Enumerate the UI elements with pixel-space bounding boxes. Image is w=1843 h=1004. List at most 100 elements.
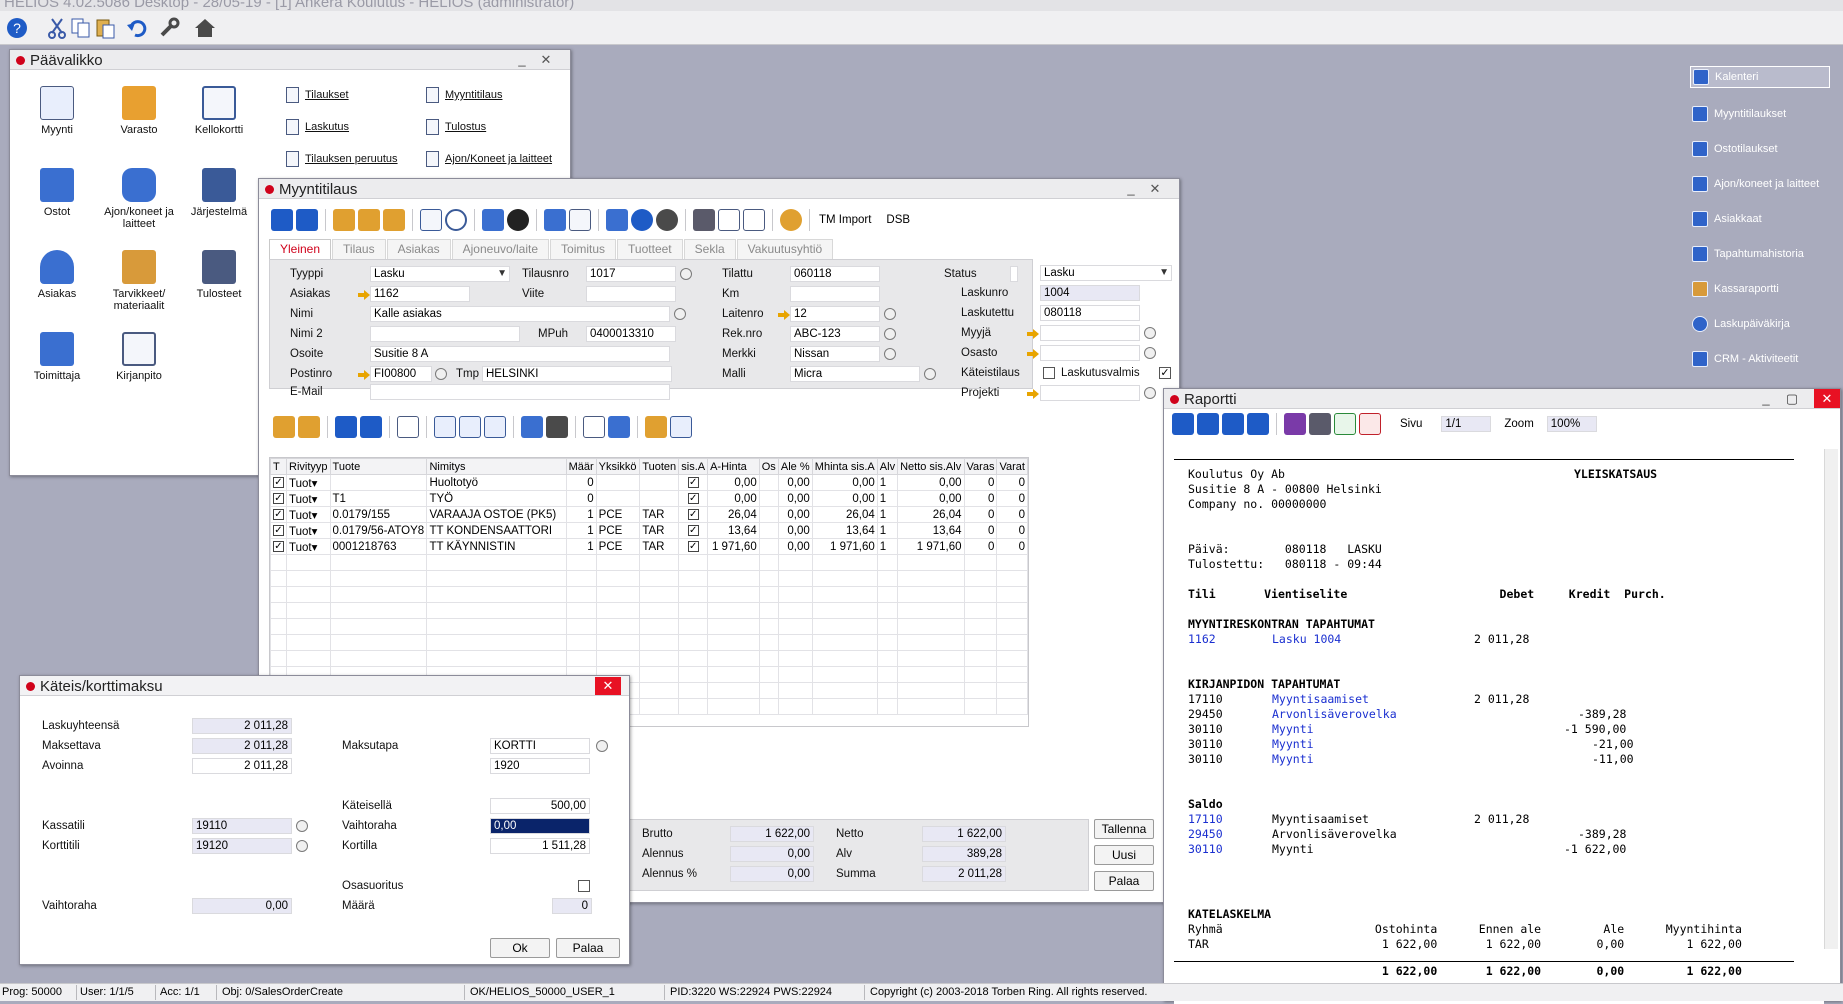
menu-item-asiakas[interactable]: Asiakas (22, 250, 92, 300)
cell-net[interactable]: 13,64 (897, 522, 965, 539)
table-row[interactable]: ✓ Tuot▾ 0.0179/56-ATOY8 TT KONDENSAATTOR… (270, 522, 1028, 539)
cell-os[interactable] (758, 538, 779, 555)
undo-icon[interactable] (124, 15, 150, 41)
cell-a-price[interactable]: 26,04 (707, 506, 760, 523)
cell-varat[interactable]: 0 (996, 474, 1028, 491)
cell-alv[interactable]: 1 (876, 538, 899, 555)
cell-mprice[interactable]: 1 971,60 (811, 538, 878, 555)
table-row[interactable]: ✓ Tuot▾ T1 TYÖ 0 ✓ 0,00 0,00 0,00 1 0,00… (270, 490, 1028, 507)
lookup-icon[interactable] (884, 348, 896, 360)
cell-os[interactable] (758, 490, 779, 507)
excel-export-icon[interactable] (1334, 413, 1356, 435)
main-menu-titlebar[interactable]: Päävalikko _ ✕ (10, 50, 570, 70)
table-row[interactable]: ✓ Tuot▾ 0.0179/155 VARAAJA OSTOE (PK5) 1… (270, 506, 1028, 523)
tire-icon[interactable] (507, 209, 529, 231)
cell-os[interactable] (758, 474, 779, 491)
goto-arrow-icon[interactable] (1027, 349, 1039, 359)
sidebar-item-asiakkaat[interactable]: Asiakkaat (1690, 208, 1830, 230)
menu-item-toimittaja[interactable]: Toimittaja (22, 332, 92, 382)
ok-button[interactable]: Ok (490, 938, 550, 958)
cell-net[interactable]: 0,00 (897, 474, 965, 491)
col-nimitys[interactable]: Nimitys (426, 458, 567, 475)
columns-icon[interactable] (544, 209, 566, 231)
delete-folder-icon[interactable] (333, 209, 355, 231)
kortilla-field[interactable]: 1 511,28 (490, 838, 590, 854)
laskutettu-field[interactable]: 080118 (1040, 305, 1140, 321)
tab-asiakas[interactable]: Asiakas (386, 239, 451, 259)
reknro-field[interactable]: ABC-123 (790, 326, 880, 342)
tree-icon[interactable] (521, 416, 543, 438)
cell-varat[interactable]: 0 (996, 506, 1028, 523)
dsb-button[interactable]: DSB (886, 214, 910, 226)
sidebar-item-ostotilaukset[interactable]: Ostotilaukset (1690, 138, 1830, 160)
menu-item-ostot[interactable]: Ostot (22, 168, 92, 218)
cell-varat[interactable]: 0 (996, 522, 1028, 539)
cell-type[interactable]: Tuot▾ (286, 474, 331, 491)
col-sis-alv[interactable]: sis.A (678, 458, 709, 475)
lookup-icon[interactable] (296, 840, 308, 852)
cell-alv[interactable]: 1 (876, 506, 899, 523)
projekti-field[interactable] (1040, 385, 1140, 401)
cell-product[interactable]: 0.0179/155 (329, 506, 428, 523)
mail-send-icon[interactable] (743, 209, 765, 231)
cell-type[interactable]: Tuot▾ (286, 538, 331, 555)
col-tuoteryhma[interactable]: Tuoten (639, 458, 680, 475)
table-icon[interactable] (434, 416, 456, 438)
cell-mprice[interactable]: 0,00 (811, 490, 878, 507)
forward-arrow-icon[interactable] (296, 209, 318, 231)
cell-varas[interactable]: 0 (963, 490, 998, 507)
osasto-field[interactable] (1040, 345, 1140, 361)
lookup-icon[interactable] (435, 368, 447, 380)
sales-order-titlebar[interactable]: Myyntitilaus _ ✕ (259, 179, 1179, 199)
tilattu-field[interactable]: 060118 (790, 266, 880, 282)
cell-name[interactable]: VARAAJA OSTOE (PK5) (426, 506, 567, 523)
help-icon[interactable]: ? (4, 15, 30, 41)
new-folder-icon[interactable] (358, 209, 380, 231)
tab-sekla[interactable]: Sekla (683, 239, 736, 259)
cell-name[interactable]: TYÖ (426, 490, 567, 507)
row-checkbox[interactable]: ✓ (273, 508, 284, 520)
mpuh-field[interactable]: 0400013310 (586, 326, 676, 342)
cell-unit[interactable] (595, 474, 641, 491)
col-os[interactable]: Os (758, 458, 779, 475)
cart-icon[interactable] (608, 416, 630, 438)
save-icon[interactable] (1284, 413, 1306, 435)
report-s2-desc[interactable]: Myyntisaamiset (1272, 692, 1369, 706)
tab-tilaus[interactable]: Tilaus (332, 239, 386, 259)
insert-row-icon[interactable] (397, 416, 419, 438)
report-s3-account[interactable]: 29450 (1188, 827, 1223, 841)
goto-arrow-icon[interactable] (358, 290, 370, 300)
menu-item-varasto[interactable]: Varasto (104, 86, 174, 136)
lookup-icon[interactable] (680, 268, 692, 280)
col-yksikko[interactable]: Yksikkö (595, 458, 641, 475)
close-button[interactable]: ✕ (538, 52, 554, 68)
sidebar-item-tapahtumahistoria[interactable]: Tapahtumahistoria (1690, 243, 1830, 265)
cell-alv[interactable]: 1 (876, 522, 899, 539)
lookup-icon[interactable] (596, 740, 608, 752)
cell-mprice[interactable]: 0,00 (811, 474, 878, 491)
sidebar-item-laskupaivakirja[interactable]: Laskupäiväkirja (1690, 313, 1830, 335)
laitenro-field[interactable]: 12 (790, 306, 880, 322)
cell-qty[interactable]: 1 (565, 538, 597, 555)
kateisella-field[interactable]: 500,00 (490, 798, 590, 814)
comment-icon[interactable] (569, 209, 591, 231)
link-myyntitilaus[interactable]: Myyntitilaus (426, 87, 502, 103)
goto-arrow-icon[interactable] (1027, 389, 1039, 399)
report-s1-account[interactable]: 1162 (1188, 632, 1216, 646)
report-s3-account[interactable]: 17110 (1188, 812, 1223, 826)
col-tuote[interactable]: Tuote (329, 458, 428, 475)
cell-type[interactable]: Tuot▾ (286, 522, 331, 539)
menu-item-kirjanpito[interactable]: Kirjanpito (104, 332, 174, 382)
kassatili-field[interactable]: 19110 (192, 818, 292, 834)
malli-field[interactable]: Micra (790, 366, 920, 382)
kateistilaus-checkbox[interactable] (1043, 367, 1055, 379)
tm-import-button[interactable]: TM Import (819, 214, 871, 226)
lookup-icon[interactable] (884, 308, 896, 320)
status-select[interactable]: Lasku ▼ (1040, 265, 1172, 281)
lookup-icon[interactable] (1144, 387, 1156, 399)
close-button[interactable]: ✕ (595, 677, 621, 695)
cell-name[interactable]: TT KONDENSAATTORI (426, 522, 567, 539)
report-s2-desc[interactable]: Arvonlisäverovelka (1272, 707, 1397, 721)
cell-varas[interactable]: 0 (963, 522, 998, 539)
cell-ale[interactable]: 0,00 (777, 490, 813, 507)
